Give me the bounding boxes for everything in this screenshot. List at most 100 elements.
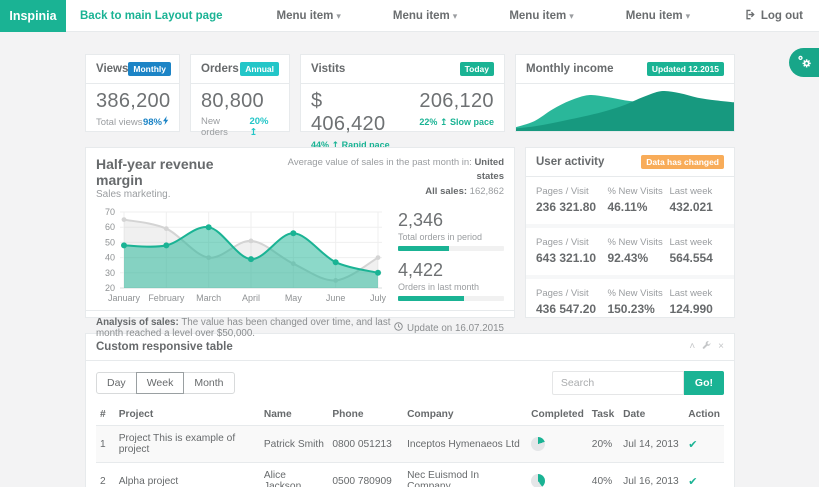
svg-text:40: 40 bbox=[105, 253, 115, 263]
completed-pie-icon bbox=[531, 474, 545, 487]
check-icon[interactable]: ✔ bbox=[688, 476, 697, 487]
user-activity-row: Pages / Visit436 547.20 % New Visits150.… bbox=[526, 279, 734, 326]
views-delta: 98% bbox=[143, 117, 162, 128]
period-filter-group: Day Week Month bbox=[96, 372, 235, 394]
orders-card: Orders Annual 80,800 New orders 20% ↥ bbox=[190, 54, 290, 132]
visits-right-value: 206,120 bbox=[419, 90, 494, 113]
svg-text:March: March bbox=[196, 293, 221, 303]
menu-item-3[interactable]: Menu item▾ bbox=[483, 10, 599, 22]
projects-table: # Project Name Phone Company Completed T… bbox=[96, 404, 724, 487]
new-visits-value: 150.23% bbox=[607, 302, 669, 316]
caret-down-icon: ▾ bbox=[686, 11, 691, 21]
collapse-icon[interactable]: ˄ bbox=[689, 342, 695, 352]
check-icon[interactable]: ✔ bbox=[688, 439, 697, 451]
visits-right-stat: 206,120 22% ↥ Slow pace bbox=[419, 90, 494, 151]
orders-in-period-label: Total orders in period bbox=[398, 232, 504, 242]
pages-visit-value: 643 321.10 bbox=[536, 251, 607, 265]
user-activity-title: User activity bbox=[536, 156, 604, 168]
search-input[interactable] bbox=[552, 371, 684, 395]
stats-row: Views Monthly 386,200 Total views 98% Or… bbox=[85, 54, 735, 132]
svg-text:70: 70 bbox=[105, 207, 115, 217]
go-button[interactable]: Go! bbox=[684, 371, 724, 395]
level-up-icon: ↥ bbox=[249, 127, 257, 138]
sign-out-icon bbox=[745, 9, 756, 23]
user-activity-panel: User activity Data has changed Pages / V… bbox=[525, 147, 735, 318]
top-navbar: Inspinia Back to main Layout page Menu i… bbox=[0, 0, 819, 32]
pages-visit-value: 236 321.80 bbox=[536, 200, 607, 214]
caret-down-icon: ▾ bbox=[336, 11, 341, 21]
custom-table-panel: Custom responsive table ˄ × Day Week Mon… bbox=[85, 333, 735, 487]
svg-text:April: April bbox=[242, 293, 260, 303]
revenue-subtitle: Sales marketing. bbox=[96, 189, 261, 200]
svg-text:30: 30 bbox=[105, 268, 115, 278]
new-visits-value: 92.43% bbox=[607, 251, 669, 265]
revenue-side-stats: 2,346 Total orders in period 4,422 Order… bbox=[386, 206, 504, 310]
menu-item-4[interactable]: Menu item▾ bbox=[600, 10, 716, 22]
views-caption: Total views bbox=[96, 117, 142, 128]
table-row[interactable]: 2 Alpha project Alice Jackson 0500 78090… bbox=[96, 463, 724, 487]
svg-text:20: 20 bbox=[105, 283, 115, 293]
svg-text:June: June bbox=[326, 293, 346, 303]
new-visits-value: 46.11% bbox=[607, 200, 669, 214]
revenue-note: Average value of sales in the past month… bbox=[261, 156, 504, 200]
menu-item-1[interactable]: Menu item▾ bbox=[251, 10, 367, 22]
orders-last-month-value: 4,422 bbox=[398, 260, 504, 281]
middle-row: Half-year revenue margin Sales marketing… bbox=[85, 147, 735, 318]
last-week-value: 564.554 bbox=[669, 251, 724, 265]
user-activity-row: Pages / Visit643 321.10 % New Visits92.4… bbox=[526, 228, 734, 279]
caret-down-icon: ▾ bbox=[453, 11, 458, 21]
orders-in-period-progress bbox=[398, 246, 504, 251]
income-badge: Updated 12.2015 bbox=[647, 62, 724, 76]
income-chart bbox=[516, 84, 734, 131]
orders-caption: New orders bbox=[201, 116, 249, 138]
update-note: Update on 16.07.2015 bbox=[394, 317, 504, 339]
filter-day-button[interactable]: Day bbox=[96, 372, 137, 394]
search-group: Go! bbox=[552, 371, 724, 395]
all-sales-value: 162,862 bbox=[470, 186, 504, 197]
menu-item-2[interactable]: Menu item▾ bbox=[367, 10, 483, 22]
visits-badge: Today bbox=[460, 62, 494, 76]
svg-text:July: July bbox=[370, 293, 386, 303]
svg-text:50: 50 bbox=[105, 237, 115, 247]
analysis-text: Analysis of sales: The value has been ch… bbox=[96, 317, 394, 339]
last-week-value: 432.021 bbox=[669, 200, 724, 214]
revenue-country: United states bbox=[474, 157, 504, 182]
orders-value: 80,800 bbox=[201, 90, 279, 113]
orders-badge: Annual bbox=[240, 62, 279, 76]
orders-delta: 20% bbox=[249, 116, 268, 127]
project-cell: Project This is example of project bbox=[115, 426, 260, 463]
theme-settings-button[interactable] bbox=[789, 48, 819, 77]
user-activity-badge: Data has changed bbox=[641, 155, 724, 169]
revenue-panel: Half-year revenue margin Sales marketing… bbox=[85, 147, 515, 318]
level-up-icon: ↥ bbox=[440, 117, 448, 127]
monthly-income-card: Monthly income Updated 12.2015 bbox=[515, 54, 735, 132]
brand-logo[interactable]: Inspinia bbox=[0, 0, 66, 32]
svg-text:60: 60 bbox=[105, 222, 115, 232]
svg-text:May: May bbox=[285, 293, 303, 303]
filter-month-button[interactable]: Month bbox=[183, 372, 234, 394]
table-row[interactable]: 1 Project This is example of project Pat… bbox=[96, 426, 724, 463]
caret-down-icon: ▾ bbox=[569, 11, 574, 21]
page-content: Views Monthly 386,200 Total views 98% Or… bbox=[0, 32, 819, 487]
close-icon[interactable]: × bbox=[718, 342, 724, 352]
clock-icon bbox=[394, 322, 403, 334]
bolt-icon bbox=[163, 116, 169, 128]
revenue-chart: 203040506070JanuaryFebruaryMarchAprilMay… bbox=[96, 206, 386, 310]
orders-in-period-value: 2,346 bbox=[398, 210, 504, 231]
views-value: 386,200 bbox=[96, 90, 169, 113]
views-badge: Monthly bbox=[128, 62, 171, 76]
orders-last-month-label: Orders in last month bbox=[398, 282, 504, 292]
views-card: Views Monthly 386,200 Total views 98% bbox=[85, 54, 180, 132]
completed-pie-icon bbox=[531, 437, 545, 451]
table-toolbar: Day Week Month Go! bbox=[86, 361, 734, 404]
last-week-value: 124.990 bbox=[669, 302, 724, 316]
main-menu: Menu item▾ Menu item▾ Menu item▾ Menu it… bbox=[251, 10, 717, 22]
wrench-icon[interactable] bbox=[702, 341, 711, 353]
back-to-layout-link[interactable]: Back to main Layout page bbox=[80, 10, 223, 22]
pages-visit-value: 436 547.20 bbox=[536, 302, 607, 316]
gears-icon bbox=[796, 53, 813, 73]
svg-text:January: January bbox=[108, 293, 141, 303]
logout-button[interactable]: Log out bbox=[745, 9, 803, 23]
visits-title: Vistits bbox=[311, 63, 345, 75]
filter-week-button[interactable]: Week bbox=[136, 372, 185, 394]
